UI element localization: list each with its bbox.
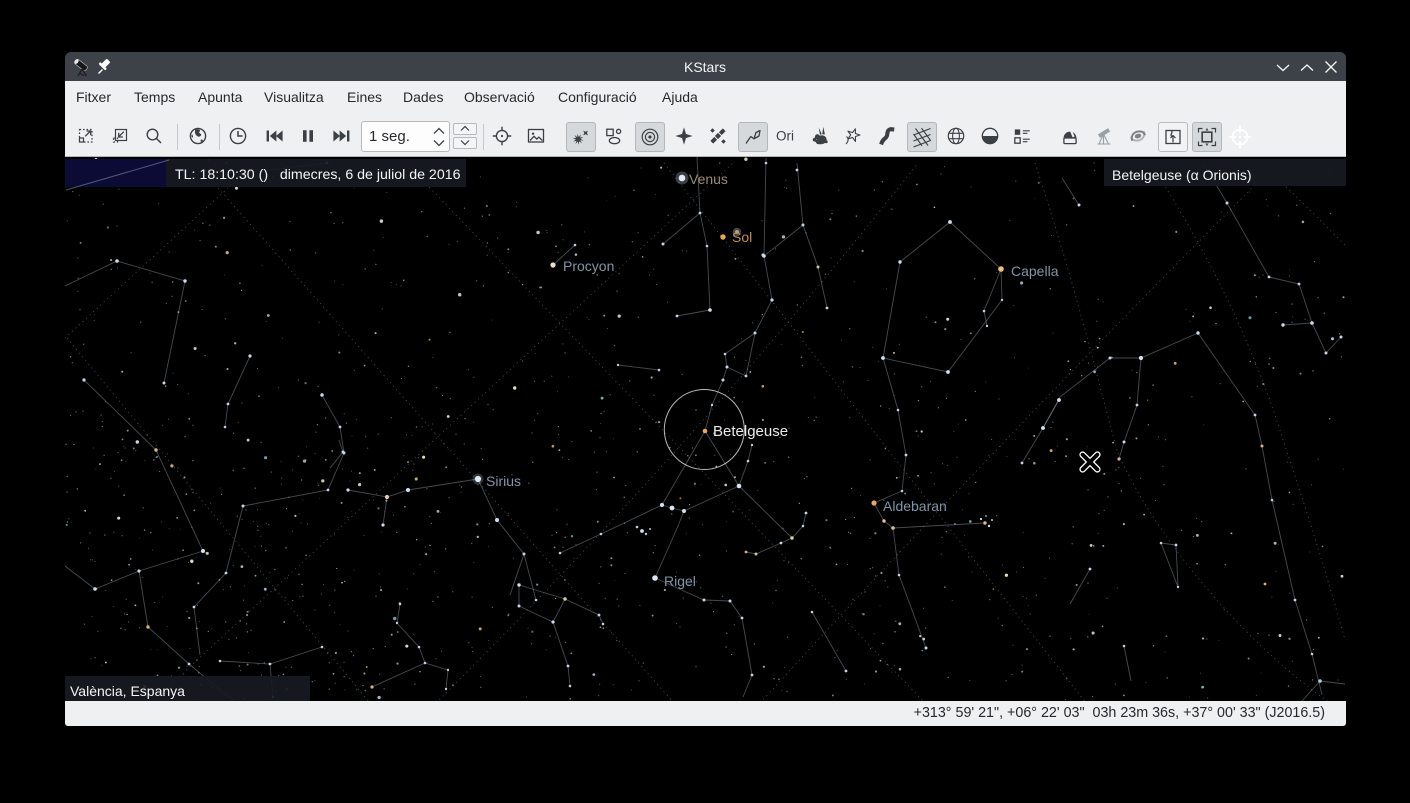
svg-text:Ori: Ori [776,129,794,144]
